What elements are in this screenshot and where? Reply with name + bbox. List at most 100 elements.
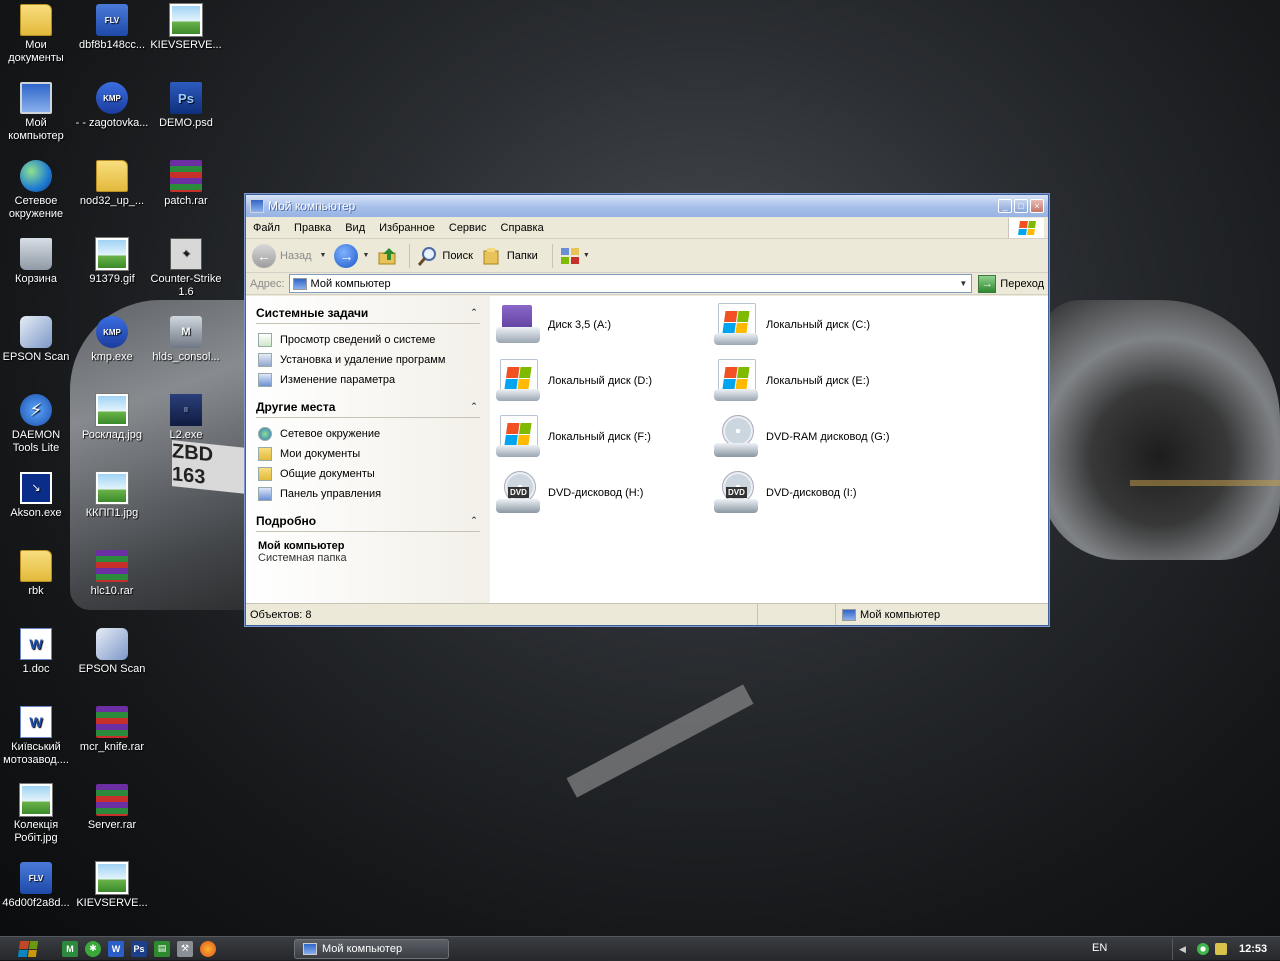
title-bar[interactable]: Мой компьютер _ □ × xyxy=(246,195,1048,217)
tray-network-icon[interactable] xyxy=(1215,943,1227,955)
desktop-icon[interactable]: mcr_knife.rar xyxy=(74,706,150,754)
collapse-chevron-icon[interactable]: ⌃ xyxy=(468,515,480,527)
photoshop-icon[interactable]: Ps xyxy=(131,940,147,957)
desktop-icon[interactable]: EPSON Scan xyxy=(0,316,74,364)
desktop-icon[interactable]: KIEVSERVE... xyxy=(148,4,224,52)
back-button[interactable]: ← Назад xyxy=(252,243,312,268)
collapse-chevron-icon[interactable]: ⌃ xyxy=(468,401,480,413)
address-input[interactable]: Мой компьютер ▼ xyxy=(288,274,973,293)
desktop-icon[interactable]: W 1.doc xyxy=(0,628,74,676)
forward-dropdown-icon[interactable]: ▼ xyxy=(362,252,369,259)
desktop-icon[interactable]: ⚡ DAEMON Tools Lite xyxy=(0,394,74,455)
desktop-icon[interactable]: ✦ Counter-Strike 1.6 xyxy=(148,238,224,299)
hard-drive-icon xyxy=(494,413,542,461)
quick-launch-item-2[interactable]: ✱ xyxy=(85,940,101,957)
desktop-icon[interactable]: Mhlds_consol... xyxy=(148,316,224,364)
drive-item[interactable]: Локальный диск (D:) xyxy=(494,356,704,406)
place-label: Панель управления xyxy=(280,488,382,500)
desktop-icon[interactable]: W Київський мотозавод.... xyxy=(0,706,74,767)
start-button[interactable] xyxy=(0,937,56,961)
dvd-drive-icon: DVD xyxy=(494,469,542,517)
task-label: Изменение параметра xyxy=(280,374,396,386)
desktop-icon[interactable]: ↘ Akson.exe xyxy=(0,472,74,520)
desktop-icon[interactable]: nod32_up_... xyxy=(74,160,150,208)
explorer-window: Мой компьютер _ □ × Файл Правка Вид Избр… xyxy=(245,194,1049,626)
quick-launch-item-1[interactable]: M xyxy=(62,940,78,957)
place-my-documents[interactable]: Мои документы xyxy=(258,444,480,464)
desktop-icon-label: Колекція Робіт.jpg xyxy=(13,819,59,844)
tools-icon[interactable]: ⚒ xyxy=(177,940,193,957)
wallpaper-road-line xyxy=(566,684,754,798)
desktop-icon[interactable]: Росклад.jpg xyxy=(74,394,150,442)
details-header[interactable]: Подробно ⌃ xyxy=(256,514,480,532)
system-tasks-header[interactable]: Системные задачи ⌃ xyxy=(256,306,480,324)
task-add-remove-programs[interactable]: Установка и удаление программ xyxy=(258,350,480,370)
menu-tools[interactable]: Сервис xyxy=(442,222,494,234)
rar-archive-icon xyxy=(96,550,128,582)
status-spacer xyxy=(758,604,836,625)
desktop-icon[interactable]: II L2.exe xyxy=(148,394,224,442)
tray-app-icon[interactable] xyxy=(1197,943,1209,955)
task-view-system-info[interactable]: Просмотр сведений о системе xyxy=(258,330,480,350)
taskbar-button-my-computer[interactable]: Мой компьютер xyxy=(294,939,449,959)
desktop-icon[interactable]: Сетевое окружение xyxy=(0,160,74,221)
desktop-icon[interactable]: 91379.gif xyxy=(74,238,150,286)
drive-item[interactable]: DVD DVD-дисковод (H:) xyxy=(494,468,704,518)
menu-help[interactable]: Справка xyxy=(494,222,551,234)
desktop-icon[interactable]: FLV dbf8b148cc... xyxy=(74,4,150,52)
desktop-icon[interactable]: hlc10.rar xyxy=(74,550,150,598)
task-change-setting[interactable]: Изменение параметра xyxy=(258,370,480,390)
up-folder-button[interactable] xyxy=(377,245,399,267)
language-indicator[interactable]: EN xyxy=(1092,942,1107,954)
collapse-chevron-icon[interactable]: ⌃ xyxy=(468,307,480,319)
desktop-icon[interactable]: Корзина xyxy=(0,238,74,286)
desktop-icon[interactable]: KIEVSERVE... xyxy=(74,862,150,910)
desktop-icon[interactable]: Ps DEMO.psd xyxy=(148,82,224,130)
folders-button[interactable]: Папки xyxy=(481,245,538,267)
drive-item[interactable]: Диск 3,5 (A:) xyxy=(494,300,704,350)
back-dropdown-icon[interactable]: ▼ xyxy=(320,252,327,259)
desktop-icon[interactable]: FLV 46d00f2a8d... xyxy=(0,862,74,910)
search-button[interactable]: Поиск xyxy=(416,245,473,267)
desktop-icon[interactable]: Server.rar xyxy=(74,784,150,832)
desktop-icon[interactable]: Колекція Робіт.jpg xyxy=(0,784,74,845)
word-icon[interactable]: W xyxy=(108,940,124,957)
views-button[interactable]: ▼ xyxy=(559,245,598,267)
desktop-icon[interactable]: patch.rar xyxy=(148,160,224,208)
place-label: Общие документы xyxy=(280,468,375,480)
word-doc-icon: W xyxy=(20,628,52,660)
dvd-badge: DVD xyxy=(726,487,747,498)
drive-item[interactable]: DVD DVD-дисковод (I:) xyxy=(712,468,922,518)
minimize-button[interactable]: _ xyxy=(998,199,1012,213)
desktop-icon[interactable]: ККПП1.jpg xyxy=(74,472,150,520)
drive-item[interactable]: Локальный диск (E:) xyxy=(712,356,922,406)
menu-favorites[interactable]: Избранное xyxy=(372,222,442,234)
desktop-icon[interactable]: KMP - - zagotovka... xyxy=(74,82,150,130)
desktop-icon[interactable]: Мой компьютер xyxy=(0,82,74,143)
other-places-header[interactable]: Другие места ⌃ xyxy=(256,400,480,418)
excel-icon[interactable]: ▤ xyxy=(154,940,170,957)
maximize-button[interactable]: □ xyxy=(1014,199,1028,213)
menu-file[interactable]: Файл xyxy=(246,222,287,234)
forward-button[interactable]: → xyxy=(334,243,359,268)
tray-expand-icon[interactable]: ◀ xyxy=(1179,943,1191,955)
address-dropdown-icon[interactable]: ▼ xyxy=(955,275,971,292)
go-button[interactable]: → Переход xyxy=(978,274,1044,293)
menu-view[interactable]: Вид xyxy=(338,222,372,234)
place-control-panel[interactable]: Панель управления xyxy=(258,484,480,504)
place-network[interactable]: Сетевое окружение xyxy=(258,424,480,444)
firefox-icon[interactable] xyxy=(200,940,216,957)
desktop-icon[interactable]: Мои документы xyxy=(0,4,74,65)
control-panel-icon xyxy=(258,487,272,501)
place-shared-documents[interactable]: Общие документы xyxy=(258,464,480,484)
drive-item[interactable]: Локальный диск (F:) xyxy=(494,412,704,462)
desktop-icon[interactable]: rbk xyxy=(0,550,74,598)
drive-item[interactable]: DVD-RAM дисковод (G:) xyxy=(712,412,922,462)
clock[interactable]: 12:53 xyxy=(1239,943,1267,955)
close-button[interactable]: × xyxy=(1030,199,1044,213)
desktop-icon[interactable]: KMP kmp.exe xyxy=(74,316,150,364)
desktop-icon-label: L2.exe xyxy=(169,429,203,441)
menu-edit[interactable]: Правка xyxy=(287,222,338,234)
drive-item[interactable]: Локальный диск (C:) xyxy=(712,300,922,350)
desktop-icon[interactable]: EPSON Scan xyxy=(74,628,150,676)
